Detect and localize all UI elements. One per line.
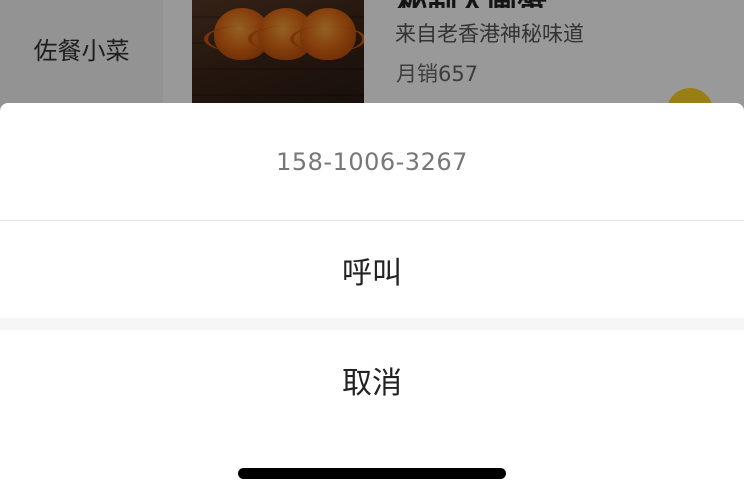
phone-number-title: 158-1006-3267: [0, 103, 744, 221]
home-indicator[interactable]: [238, 468, 506, 479]
call-action-sheet: 158-1006-3267 呼叫 取消: [0, 103, 744, 495]
screen: 佐餐小菜 秘制大闸蟹 来自老香港神秘味道 月销657 158-1006-3267…: [0, 0, 744, 495]
sheet-divider-gap: [0, 318, 744, 330]
cancel-button[interactable]: 取消: [0, 330, 744, 430]
call-button[interactable]: 呼叫: [0, 222, 744, 318]
